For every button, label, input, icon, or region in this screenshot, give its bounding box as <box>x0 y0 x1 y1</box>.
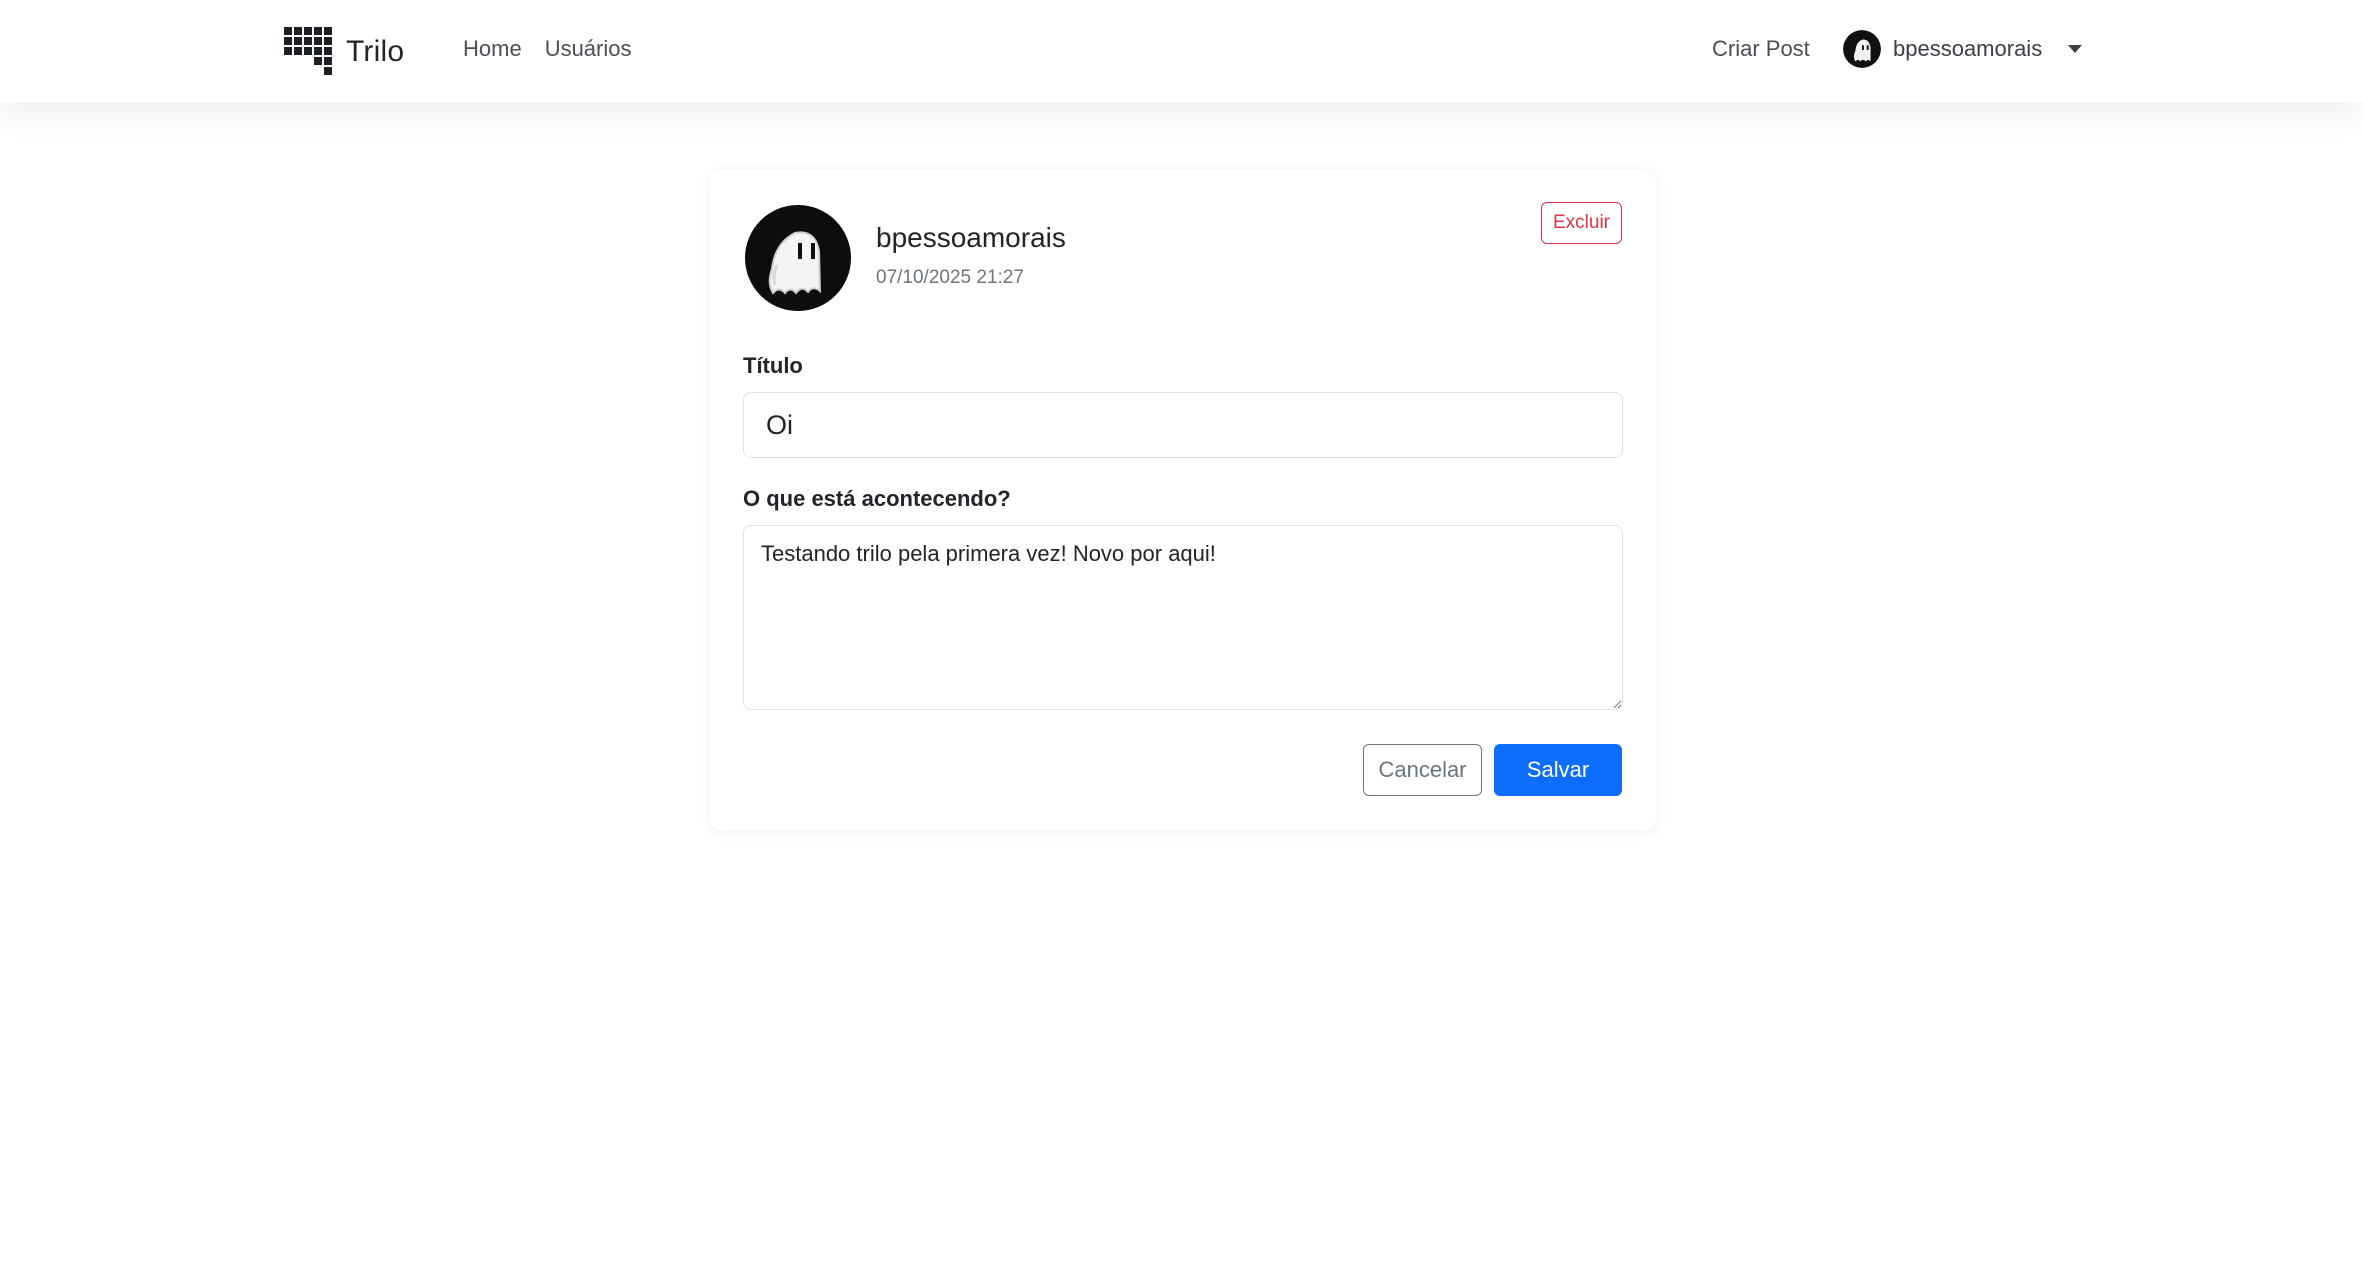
ghost-avatar-icon <box>745 205 851 311</box>
title-label: Título <box>743 353 803 378</box>
author-avatar <box>745 205 851 311</box>
cancel-button[interactable]: Cancelar <box>1363 744 1482 796</box>
post-timestamp: 07/10/2025 21:27 <box>876 267 1024 288</box>
brand-name: Trilo <box>346 35 405 68</box>
top-navbar: Trilo Home Usuários Criar Post bpessoamo… <box>0 0 2363 102</box>
post-edit-card: bpessoamorais 07/10/2025 21:27 Excluir T… <box>710 170 1656 830</box>
grid-logo-icon <box>284 27 332 75</box>
title-input[interactable] <box>743 392 1623 458</box>
post-author: bpessoamorais <box>876 222 1066 253</box>
main-nav: Home Usuários <box>463 36 632 62</box>
ghost-avatar-icon <box>1843 30 1881 68</box>
user-menu-dropdown[interactable]: bpessoamorais <box>1843 30 2083 68</box>
delete-button[interactable]: Excluir <box>1541 202 1622 244</box>
body-textarea[interactable]: Testando trilo pela primera vez! Novo po… <box>743 525 1623 710</box>
navbar-username: bpessoamorais <box>1893 36 2043 61</box>
body-label: O que está acontecendo? <box>743 486 1011 511</box>
nav-link-usuarios[interactable]: Usuários <box>545 36 632 62</box>
save-button[interactable]: Salvar <box>1494 744 1622 796</box>
brand-link[interactable]: Trilo <box>284 27 404 77</box>
chevron-down-icon <box>2068 45 2083 53</box>
nav-link-home[interactable]: Home <box>463 36 522 62</box>
create-post-link[interactable]: Criar Post <box>1712 36 1810 62</box>
